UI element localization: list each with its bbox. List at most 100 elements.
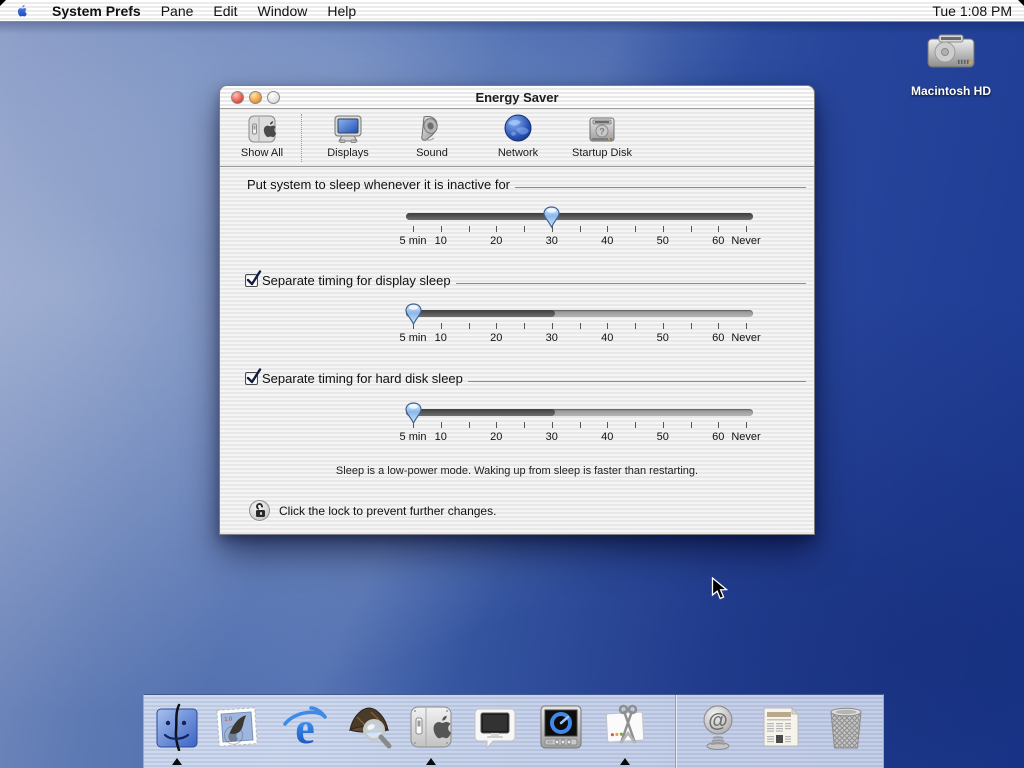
tick-mark xyxy=(662,323,664,329)
zoom-button[interactable] xyxy=(267,91,280,104)
slider-thumb[interactable] xyxy=(404,303,422,325)
tick-mark xyxy=(524,226,525,232)
toolbar-sound[interactable]: Sound xyxy=(397,113,467,159)
mail-stamp-icon: 1.0 xyxy=(216,707,258,747)
desktop-icon-label: Macintosh HD xyxy=(910,84,991,98)
tick-label: Never xyxy=(731,235,761,247)
slider-thumb[interactable] xyxy=(404,402,422,424)
energy-saver-window: Energy Saver Show All Displays Sound Net… xyxy=(219,85,815,535)
section-display-sleep: Separate timing for display sleep xyxy=(245,270,806,288)
dock-displays-dockling[interactable] xyxy=(471,703,519,751)
section-disk-sleep: Separate timing for hard disk sleep xyxy=(245,368,806,386)
dock-email-at-spring[interactable]: @ xyxy=(694,703,742,751)
news-document-icon xyxy=(763,706,800,747)
preferences-toolbar: Show All Displays Sound Network ? Startu… xyxy=(220,109,814,167)
dock-news-document[interactable] xyxy=(757,703,805,751)
tick-mark xyxy=(524,422,525,428)
toolbar-displays[interactable]: Displays xyxy=(313,113,383,159)
tick-mark xyxy=(718,226,720,232)
menu-help[interactable]: Help xyxy=(317,0,366,22)
tick-mark xyxy=(468,226,470,232)
section-label: Separate timing for display sleep xyxy=(262,273,451,288)
window-titlebar[interactable]: Energy Saver xyxy=(220,86,814,109)
app-menu-system-prefs[interactable]: System Prefs xyxy=(42,0,151,22)
slider-ticks xyxy=(406,226,753,233)
lock-row: Click the lock to prevent further change… xyxy=(249,500,496,521)
apple-menu[interactable] xyxy=(0,0,42,22)
running-indicator xyxy=(620,758,630,765)
hard-disk-icon xyxy=(927,34,975,68)
slider-thumb[interactable] xyxy=(543,206,560,228)
dock-sherlock[interactable] xyxy=(345,703,393,751)
tick-mark xyxy=(718,323,720,329)
display-sleep-slider[interactable]: 5 min 10 20 30 40 50 60 Never xyxy=(400,303,761,366)
slider-tick-labels: 5 min 10 20 30 40 50 60 Never xyxy=(400,431,761,445)
tick-label: Never xyxy=(731,332,761,344)
section-rule xyxy=(455,283,806,284)
internet-explorer-icon: e xyxy=(283,704,327,753)
finder-icon xyxy=(156,703,198,752)
dock-finder[interactable] xyxy=(153,703,201,765)
toolbar-show-all[interactable]: Show All xyxy=(227,113,297,159)
tick-mark xyxy=(635,422,636,428)
tick-mark xyxy=(496,422,498,428)
tick-label: Never xyxy=(731,431,761,443)
trash-icon xyxy=(830,707,862,749)
menu-window[interactable]: Window xyxy=(248,0,318,22)
section-system-sleep: Put system to sleep whenever it is inact… xyxy=(247,177,806,192)
dock-mail[interactable]: 1.0 xyxy=(213,703,261,751)
toolbar-startup-disk[interactable]: ? Startup Disk xyxy=(567,113,637,159)
display-sleep-checkbox[interactable] xyxy=(245,270,262,287)
dock-system-preferences[interactable] xyxy=(407,703,455,765)
section-rule xyxy=(467,381,806,382)
tick-mark xyxy=(690,323,692,329)
system-sleep-slider[interactable]: 5 min 10 20 30 40 50 60 Never xyxy=(400,206,761,269)
tick-mark xyxy=(440,323,442,329)
menu-edit[interactable]: Edit xyxy=(203,0,247,22)
minimize-button[interactable] xyxy=(249,91,262,104)
checkmark-icon xyxy=(246,270,262,286)
quicktime-player-icon xyxy=(540,705,582,749)
section-rule xyxy=(515,187,806,188)
tick-mark xyxy=(690,422,692,428)
tick-mark xyxy=(662,226,664,232)
tick-mark xyxy=(579,323,581,329)
grab-icon xyxy=(605,704,645,744)
network-icon xyxy=(504,114,532,142)
dock-trash[interactable] xyxy=(822,703,870,751)
dock-internet-explorer[interactable]: e xyxy=(281,703,329,753)
slider-tick-labels: 5 min 10 20 30 40 50 60 Never xyxy=(400,332,761,346)
tick-mark xyxy=(690,226,692,232)
dock-quicktime-player[interactable] xyxy=(537,703,585,751)
close-button[interactable] xyxy=(231,91,244,104)
menu-pane[interactable]: Pane xyxy=(151,0,204,22)
svg-text:1.0: 1.0 xyxy=(224,716,232,723)
toolbar-network[interactable]: Network xyxy=(483,113,553,159)
tick-mark xyxy=(662,422,664,428)
slider-track-active xyxy=(406,409,555,416)
tick-mark xyxy=(440,226,442,232)
window-title: Energy Saver xyxy=(475,89,559,105)
slider-ticks xyxy=(406,422,753,429)
tick-mark xyxy=(635,226,636,232)
startup-disk-icon: ? xyxy=(589,117,615,142)
disk-sleep-checkbox[interactable] xyxy=(245,368,262,385)
tick-mark xyxy=(551,323,553,329)
slider-tick-labels: 5 min 10 20 30 40 50 60 Never xyxy=(400,235,761,249)
lock-button[interactable] xyxy=(249,500,270,521)
tick-mark xyxy=(746,226,747,232)
section-label: Put system to sleep whenever it is inact… xyxy=(247,177,511,192)
menu-bar: System Prefs Pane Edit Window Help Tue 1… xyxy=(0,0,1024,22)
dock-grab[interactable] xyxy=(601,703,649,765)
desktop-icon-macintosh-hd[interactable]: Macintosh HD xyxy=(906,30,996,98)
slider-track-active xyxy=(406,310,555,317)
tick-mark xyxy=(607,323,609,329)
dock: 1.0 e @ xyxy=(143,694,884,768)
disk-sleep-slider[interactable]: 5 min 10 20 30 40 50 60 Never xyxy=(400,402,761,465)
tick-mark xyxy=(579,422,581,428)
section-label: Separate timing for hard disk sleep xyxy=(262,371,463,386)
tick-mark xyxy=(635,323,636,329)
system-preferences-icon xyxy=(410,706,452,748)
menu-clock[interactable]: Tue 1:08 PM xyxy=(920,0,1024,22)
tick-mark xyxy=(551,422,553,428)
